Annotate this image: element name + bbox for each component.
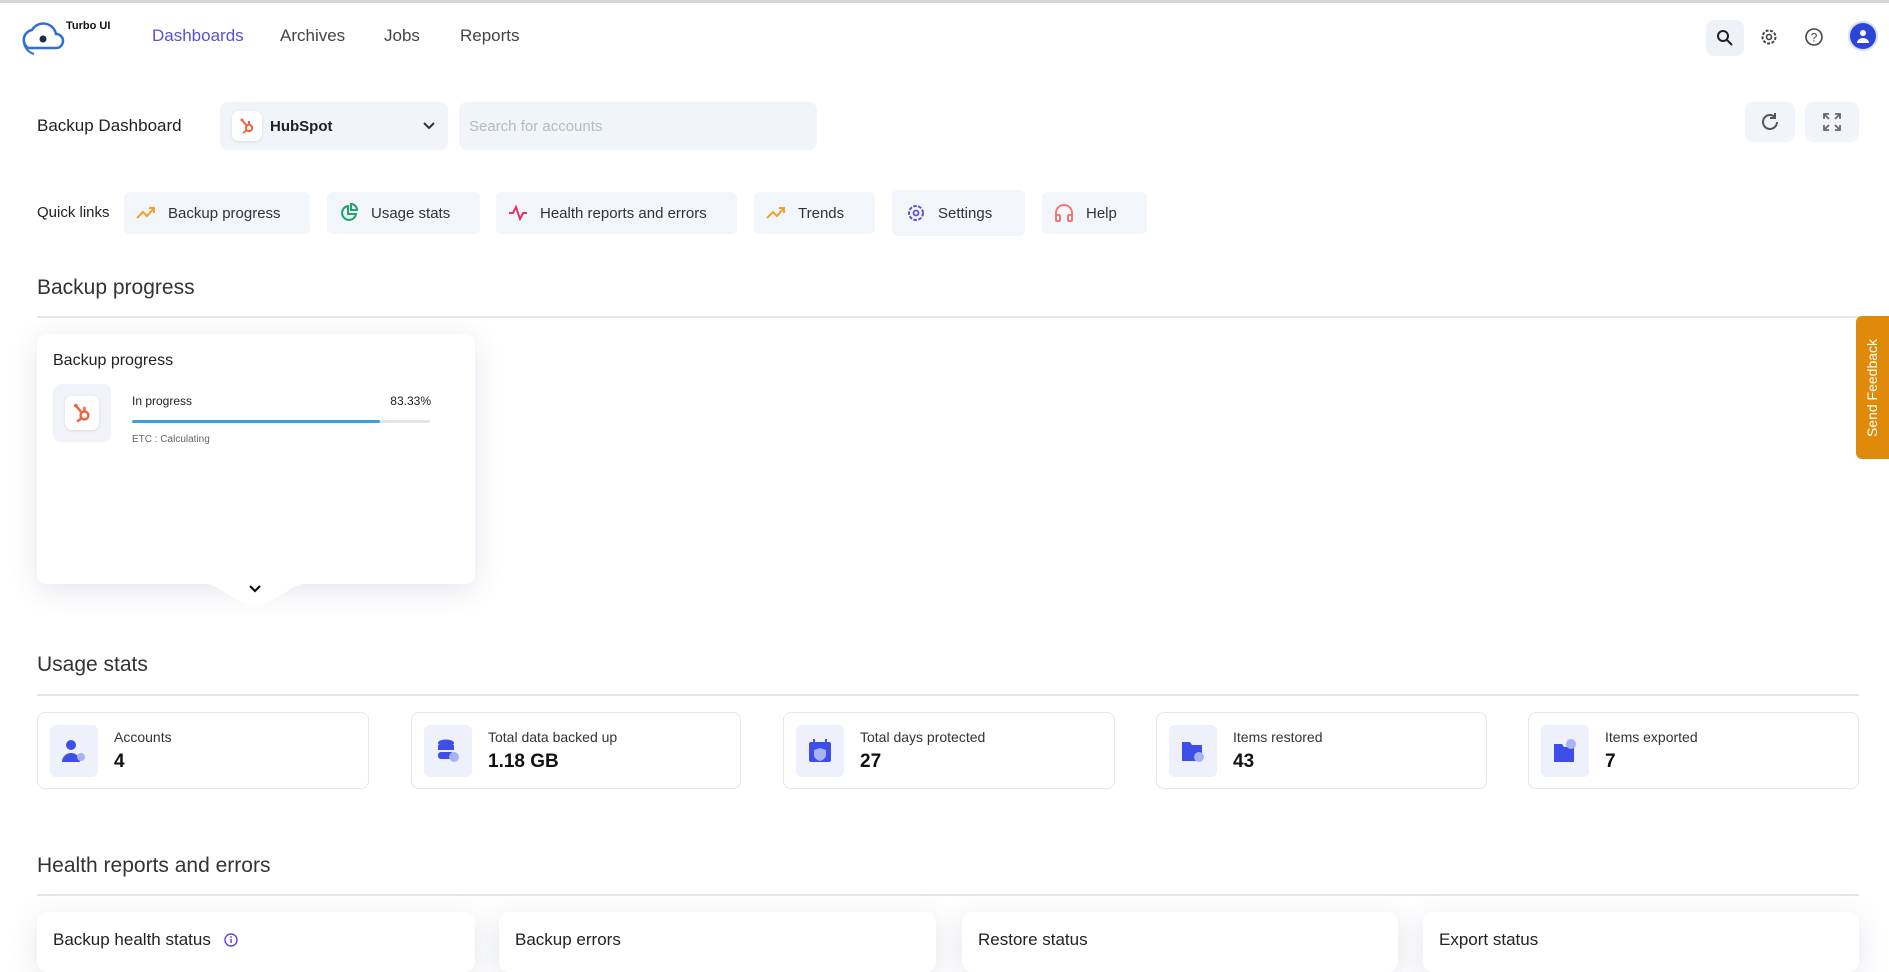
progress-status: In progress xyxy=(132,394,193,408)
stat-value: 27 xyxy=(860,751,882,772)
progress-etc: ETC : Calculating xyxy=(132,434,210,445)
user-icon xyxy=(1857,30,1869,43)
quick-link-settings[interactable]: Settings xyxy=(892,190,1025,236)
trend-up-icon xyxy=(766,207,785,219)
settings-button[interactable] xyxy=(1756,24,1782,50)
card-title: Export status xyxy=(1439,930,1539,949)
health-card-backup-health: Backup health status xyxy=(37,912,475,972)
window-top-border xyxy=(0,0,1889,3)
section-title-backup-progress: Backup progress xyxy=(37,276,195,299)
quick-link-usage-stats[interactable]: Usage stats xyxy=(327,192,480,234)
progress-bar xyxy=(132,420,430,423)
chevron-down-icon xyxy=(423,122,435,130)
pulse-icon xyxy=(509,205,527,221)
app-name: Turbo UI xyxy=(66,20,111,32)
stat-label: Items restored xyxy=(1233,729,1323,745)
expand-icon xyxy=(1823,113,1841,131)
nav-archives[interactable]: Archives xyxy=(280,26,345,46)
help-button[interactable]: ? xyxy=(1801,24,1827,50)
quick-links-label: Quick links xyxy=(37,204,110,221)
nav-jobs[interactable]: Jobs xyxy=(384,26,420,46)
stat-card-items-restored: Items restored 43 xyxy=(1156,712,1487,789)
app-select-dropdown[interactable]: HubSpot xyxy=(220,102,448,150)
progress-bar-fill xyxy=(132,420,381,423)
stat-label: Total days protected xyxy=(860,729,986,745)
user-gear-icon xyxy=(50,725,98,777)
quick-link-label: Help xyxy=(1086,204,1117,222)
gear-icon xyxy=(908,205,924,221)
calendar-shield-icon xyxy=(796,725,844,777)
hubspot-icon xyxy=(53,384,111,442)
section-title-health: Health reports and errors xyxy=(37,854,271,877)
account-search-input[interactable] xyxy=(459,102,817,150)
stat-value: 7 xyxy=(1605,751,1616,772)
health-card-restore-status: Restore status xyxy=(962,912,1398,972)
database-icon xyxy=(424,725,472,777)
stat-card-items-exported: Items exported 7 xyxy=(1528,712,1859,789)
info-icon[interactable] xyxy=(223,933,238,947)
expand-card-tab[interactable] xyxy=(200,583,310,607)
section-divider xyxy=(37,894,1859,896)
send-feedback-button[interactable]: Send Feedback xyxy=(1856,316,1889,459)
send-feedback-label: Send Feedback xyxy=(1864,338,1881,437)
quick-link-label: Backup progress xyxy=(168,204,281,222)
quick-link-health-reports[interactable]: Health reports and errors xyxy=(496,192,737,234)
stat-label: Items exported xyxy=(1605,729,1698,745)
section-divider xyxy=(37,694,1859,696)
refresh-icon xyxy=(1762,113,1778,130)
section-title-usage-stats: Usage stats xyxy=(37,653,148,676)
health-card-export-status: Export status xyxy=(1423,912,1859,972)
folder-export-icon xyxy=(1541,725,1589,777)
stat-card-total-data: Total data backed up 1.18 GB xyxy=(411,712,741,789)
stat-value: 1.18 GB xyxy=(488,751,559,772)
trend-up-icon xyxy=(136,207,155,219)
stat-value: 4 xyxy=(114,751,125,772)
progress-percent: 83.33% xyxy=(390,394,431,408)
quick-link-label: Trends xyxy=(798,204,845,222)
svg-text:?: ? xyxy=(1811,31,1818,45)
stat-card-accounts: Accounts 4 xyxy=(37,712,369,789)
stat-label: Total data backed up xyxy=(488,729,618,745)
stat-value: 43 xyxy=(1233,751,1255,772)
help-circle-icon: ? xyxy=(1805,28,1823,46)
card-title: Restore status xyxy=(978,930,1088,949)
section-divider xyxy=(37,316,1859,318)
hubspot-icon xyxy=(232,111,262,141)
card-title: Backup errors xyxy=(515,930,621,949)
quick-link-help[interactable]: Help xyxy=(1042,192,1147,234)
quick-link-label: Health reports and errors xyxy=(540,204,707,222)
quick-link-backup-progress[interactable]: Backup progress xyxy=(124,192,310,234)
user-avatar[interactable] xyxy=(1850,23,1876,49)
pie-chart-icon xyxy=(341,203,359,221)
health-card-backup-errors: Backup errors xyxy=(499,912,936,972)
folder-restore-icon xyxy=(1169,725,1217,777)
fullscreen-button[interactable] xyxy=(1805,102,1859,142)
search-icon xyxy=(1717,30,1733,46)
nav-reports[interactable]: Reports xyxy=(460,26,520,46)
stat-card-days-protected: Total days protected 27 xyxy=(783,712,1115,789)
headset-icon xyxy=(1055,204,1073,222)
card-title: Backup progress xyxy=(53,352,174,369)
card-title: Backup health status xyxy=(53,930,211,949)
refresh-button[interactable] xyxy=(1745,102,1795,142)
quick-link-trends[interactable]: Trends xyxy=(754,192,875,234)
quick-link-label: Usage stats xyxy=(371,204,451,222)
app-select-value: HubSpot xyxy=(270,117,333,135)
page-title: Backup Dashboard xyxy=(37,116,182,135)
stat-label: Accounts xyxy=(114,729,172,745)
backup-progress-card: Backup progress In progress 83.33% ETC :… xyxy=(37,334,475,584)
nav-dashboards[interactable]: Dashboards xyxy=(152,26,244,46)
search-button[interactable] xyxy=(1706,20,1744,56)
quick-link-label: Settings xyxy=(938,204,993,222)
gear-icon xyxy=(1761,29,1777,45)
